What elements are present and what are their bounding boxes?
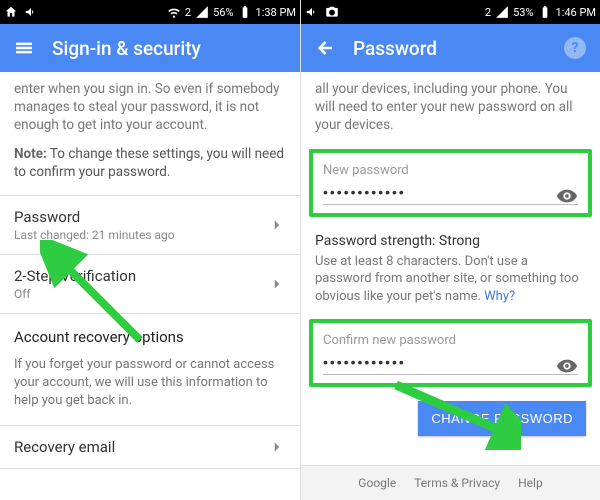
recovery-header: Account recovery options — [0, 313, 300, 356]
new-password-input[interactable] — [323, 182, 578, 205]
appbar-title: Sign-in & security — [52, 37, 201, 60]
sim-indicator: 2 — [185, 6, 191, 19]
chevron-right-icon — [268, 275, 286, 293]
status-bar: 2 56% 1:38 PM — [0, 0, 300, 24]
button-row: CHANGE PASSWORD — [301, 391, 600, 446]
app-bar: Sign-in & security — [0, 24, 300, 72]
signal-icon — [495, 5, 509, 19]
visibility-icon[interactable] — [556, 185, 578, 207]
clock: 1:38 PM — [256, 6, 296, 19]
footer-help[interactable]: Help — [518, 476, 543, 490]
visibility-icon[interactable] — [556, 355, 578, 377]
hint-text: Use at least 8 characters. Don't use a p… — [315, 254, 579, 304]
new-password-label: New password — [323, 163, 578, 178]
back-icon[interactable] — [315, 38, 335, 58]
screen-signin-security: 2 56% 1:38 PM Sign-in & security enter w… — [0, 0, 300, 500]
battery-pct: 53% — [513, 6, 533, 19]
body-paragraph: enter when you sign in. So even if someb… — [14, 80, 286, 135]
sim-indicator: 2 — [485, 6, 491, 19]
item-title: Recovery email — [14, 438, 115, 456]
password-strength: Password strength: Strong — [301, 221, 600, 251]
note-line: Note: To change these settings, you will… — [14, 145, 286, 181]
volume-icon — [24, 5, 38, 19]
item-subtitle: Off — [14, 287, 136, 301]
volume-icon — [305, 5, 319, 19]
note-label: Note: — [14, 146, 47, 162]
list-item-2sv[interactable]: 2-Step Verification Off — [0, 254, 300, 313]
item-title: Password — [14, 208, 175, 226]
battery-icon — [538, 5, 552, 19]
list-item-recovery-email[interactable]: Recovery email — [0, 425, 300, 469]
battery-pct: 56% — [213, 6, 233, 19]
item-subtitle: Last changed: 21 minutes ago — [14, 228, 175, 242]
why-link[interactable]: Why? — [484, 289, 515, 304]
wifi-icon — [167, 5, 181, 19]
password-hint: Use at least 8 characters. Don't use a p… — [301, 251, 600, 316]
appbar-title: Password — [353, 37, 437, 60]
list-item-password[interactable]: Password Last changed: 21 minutes ago — [0, 195, 300, 254]
recovery-text: If you forget your password or cannot ac… — [0, 356, 300, 411]
battery-icon — [238, 5, 252, 19]
clock: 1:46 PM — [556, 6, 596, 19]
help-icon[interactable]: ? — [564, 37, 586, 59]
settings-list: Password Last changed: 21 minutes ago 2-… — [0, 195, 300, 469]
confirm-password-label: Confirm new password — [323, 333, 578, 348]
strength-label: Password strength: — [315, 233, 435, 249]
home-icon — [4, 5, 18, 19]
change-password-button[interactable]: CHANGE PASSWORD — [418, 401, 586, 436]
intro-text: all your devices, including your phone. … — [301, 72, 600, 145]
item-title: 2-Step Verification — [14, 267, 136, 285]
signal-icon — [195, 5, 209, 19]
note-text: To change these settings, you will need … — [14, 146, 284, 180]
new-password-field: New password — [309, 149, 592, 217]
confirm-password-input[interactable] — [323, 352, 578, 375]
menu-icon[interactable] — [14, 38, 34, 58]
strength-value: Strong — [439, 233, 480, 249]
footer-links: Google Terms & Privacy Help — [301, 465, 600, 500]
chevron-right-icon — [268, 438, 286, 456]
app-bar: Password ? — [301, 24, 600, 72]
screen-password: 2 53% 1:46 PM Password ? all your device… — [300, 0, 600, 500]
footer-terms[interactable]: Terms & Privacy — [414, 476, 500, 490]
confirm-password-field: Confirm new password — [309, 319, 592, 387]
status-bar: 2 53% 1:46 PM — [301, 0, 600, 24]
camera-icon — [325, 5, 339, 19]
chevron-right-icon — [268, 216, 286, 234]
footer-google[interactable]: Google — [358, 476, 396, 490]
content-area: enter when you sign in. So even if someb… — [0, 72, 300, 500]
